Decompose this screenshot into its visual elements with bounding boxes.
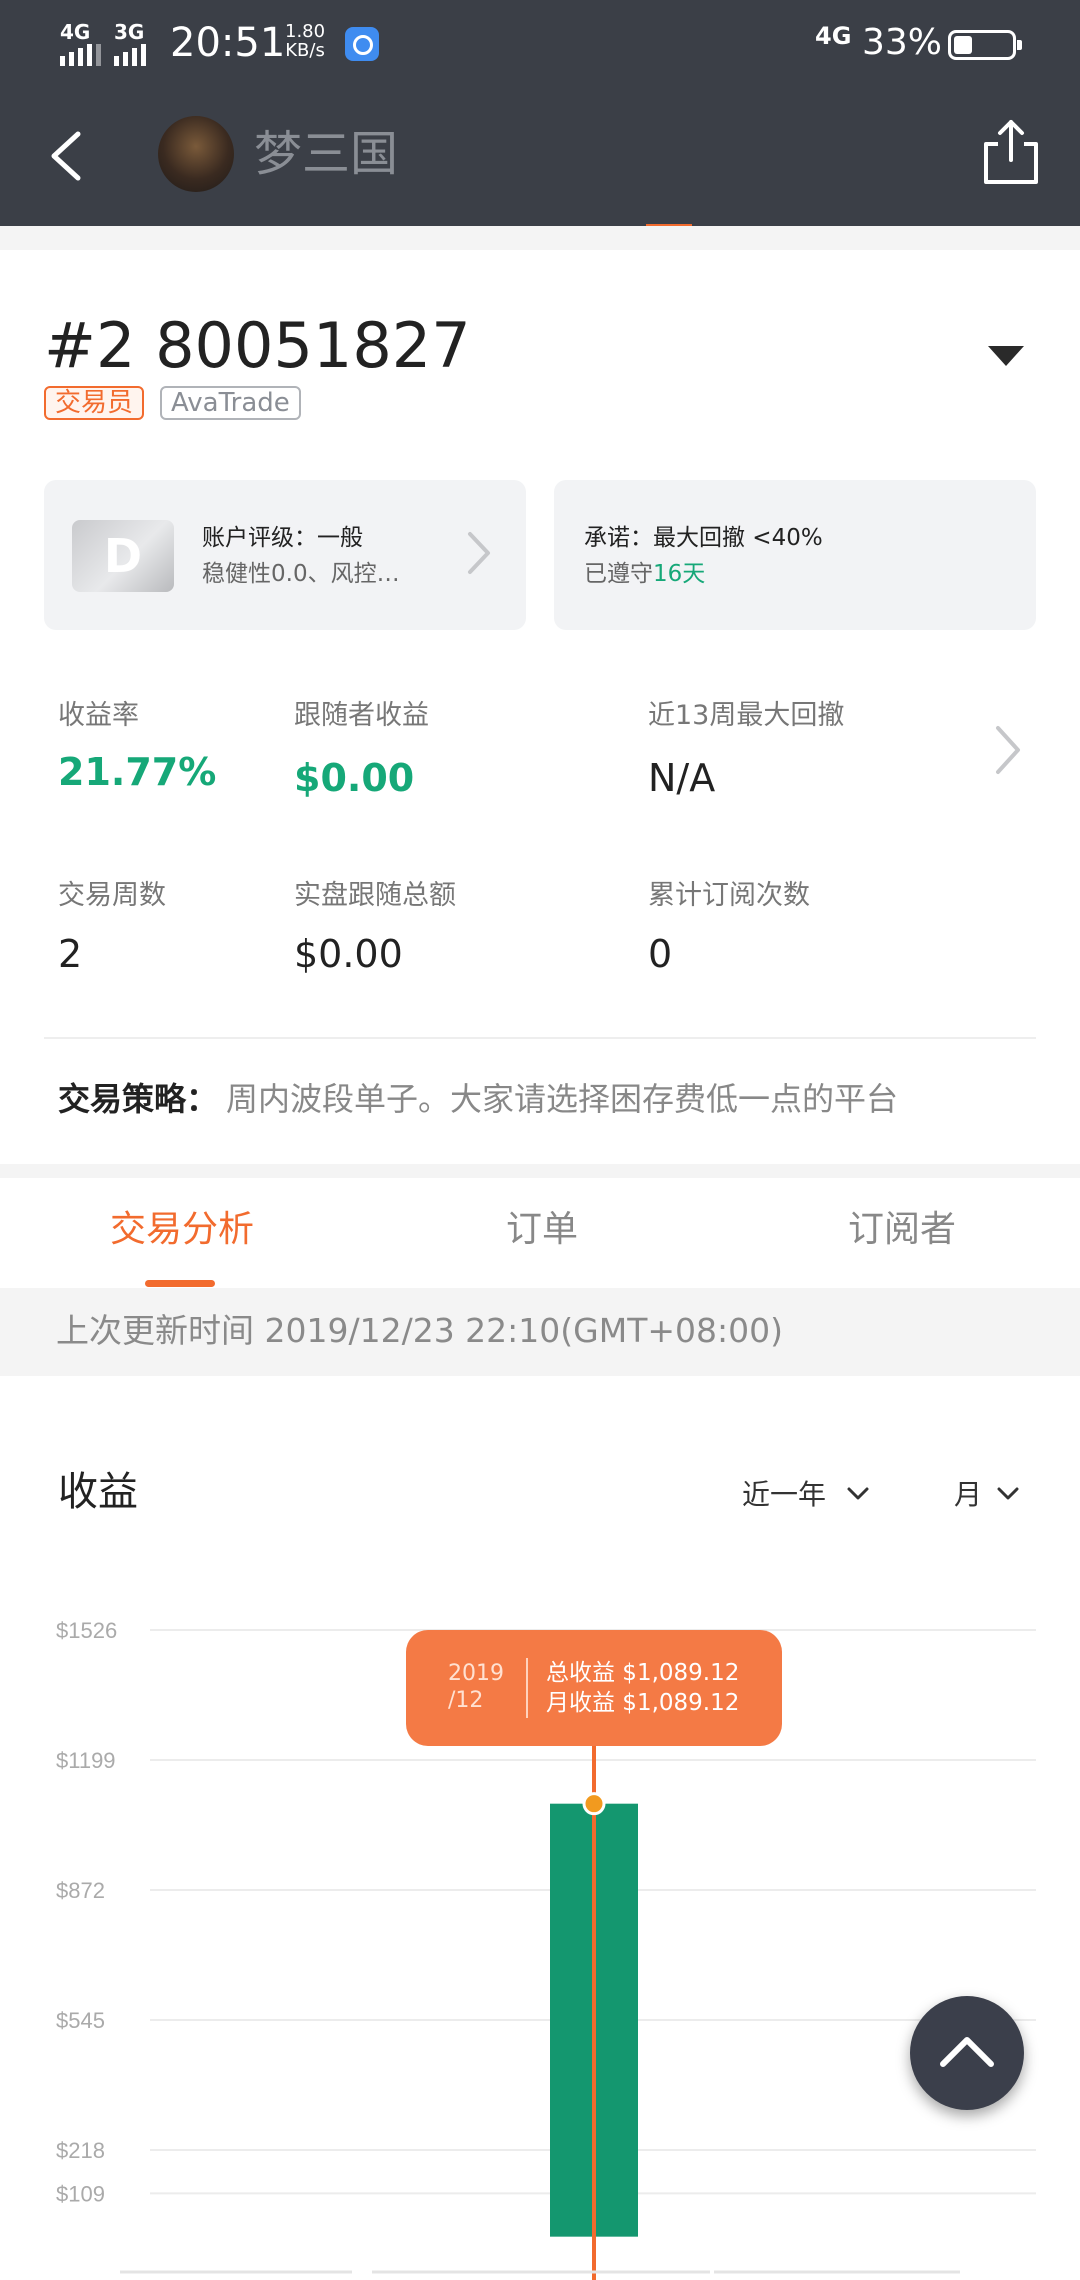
tab-subscribers[interactable]: 订阅者	[848, 1208, 956, 1252]
signal-label-1: 4G	[60, 20, 91, 44]
tab-trade-analysis[interactable]: 交易分析	[110, 1208, 254, 1252]
signal-label-2: 3G	[114, 20, 145, 44]
network-speed: 1.80 KB/s	[285, 22, 325, 60]
broker-tag: AvaTrade	[160, 386, 301, 420]
return-label: 收益率	[58, 700, 139, 731]
max-drawdown-label: 近13周最大回撤	[648, 700, 845, 731]
follower-profit-value: $0.00	[294, 756, 415, 800]
y-tick-label: $218	[56, 2138, 105, 2163]
divider	[44, 1037, 1036, 1039]
chevron-down-icon	[997, 1487, 1019, 1500]
y-tick-label: $1199	[56, 1748, 116, 1773]
subscriptions-value: 0	[648, 932, 673, 976]
subscriptions-label: 累计订阅次数	[648, 880, 810, 911]
nav-bar: 梦三国	[0, 110, 1080, 210]
selected-point-marker	[582, 1792, 606, 1816]
section-divider	[0, 1164, 1080, 1178]
strategy-label: 交易策略：	[58, 1080, 219, 1118]
follower-profit-label: 跟随者收益	[294, 700, 429, 731]
tooltip-date-year: 2019	[448, 1661, 504, 1686]
battery-icon	[948, 30, 1022, 60]
battery-percent: 33%	[862, 22, 943, 63]
update-bar: 上次更新时间 2019/12/23 22:10(GMT+08:00)	[0, 1288, 1080, 1376]
signal-bars-icon-2	[114, 44, 146, 66]
rating-detail: 稳健性0.0、风控…	[202, 561, 400, 587]
back-button[interactable]	[40, 126, 100, 186]
scroll-to-top-button[interactable]	[910, 1996, 1024, 2110]
role-tag: 交易员	[44, 386, 145, 420]
weeks-label: 交易周数	[58, 880, 166, 911]
network-type: 4G	[815, 22, 852, 50]
app-notification-icon	[345, 27, 379, 61]
range-select[interactable]: 近一年	[742, 1478, 872, 1512]
status-bar: 4G 3G 20:51 1.80 KB/s 4G 33%	[0, 18, 1080, 68]
chart-title: 收益	[58, 1469, 138, 1515]
top-header: 4G 3G 20:51 1.80 KB/s 4G 33% 梦三国	[0, 0, 1080, 226]
tooltip-total-profit: 总收益 $1,089.12	[546, 1660, 740, 1686]
range-select-value: 近一年	[742, 1478, 827, 1511]
signal-bars-icon-1	[60, 44, 101, 66]
update-time-text: 上次更新时间 2019/12/23 22:10(GMT+08:00)	[56, 1311, 783, 1350]
section-divider	[0, 226, 1080, 250]
period-select[interactable]: 月	[954, 1478, 1030, 1512]
weeks-value: 2	[58, 932, 83, 976]
tooltip-separator	[526, 1658, 528, 1718]
tooltip-date-month: /12	[448, 1688, 484, 1713]
rating-title: 账户评级：一般	[202, 525, 363, 551]
speed-unit: KB/s	[285, 40, 325, 61]
account-title: #2 80051827	[44, 309, 471, 382]
chevron-right-icon	[468, 532, 490, 574]
clock: 20:51	[170, 20, 286, 66]
chevron-up-icon	[940, 2037, 994, 2067]
promise-detail: 已遵守16天	[584, 560, 705, 588]
real-follow-value: $0.00	[294, 932, 403, 976]
real-follow-label: 实盘跟随总额	[294, 880, 456, 911]
strategy-text: 周内波段单子。大家请选择困存费低一点的平台	[226, 1080, 899, 1118]
rating-badge: D	[72, 520, 174, 592]
rating-card[interactable]: D 账户评级：一般 稳健性0.0、风控…	[44, 480, 526, 630]
battery-fill	[954, 36, 972, 54]
max-drawdown-value: N/A	[648, 756, 716, 800]
y-tick-label: $872	[56, 1878, 105, 1903]
promise-card[interactable]: 承诺：最大回撤 <40% 已遵守16天	[554, 480, 1036, 630]
period-select-value: 月	[954, 1478, 983, 1511]
speed-value: 1.80	[285, 21, 326, 42]
chart-tooltip: 2019 /12 总收益 $1,089.12 月收益 $1,089.12	[406, 1630, 782, 1746]
account-dropdown-icon[interactable]	[988, 346, 1024, 366]
chevron-down-icon	[847, 1487, 869, 1500]
y-tick-label: $109	[56, 2181, 105, 2206]
active-tab-indicator	[145, 1280, 215, 1287]
tab-orders[interactable]: 订单	[506, 1208, 578, 1252]
chevron-right-icon	[996, 726, 1020, 774]
promise-days: 16天	[653, 561, 706, 587]
y-tick-label: $545	[56, 2008, 105, 2033]
promise-title: 承诺：最大回撤 <40%	[584, 525, 823, 551]
avatar[interactable]	[158, 116, 234, 192]
return-value: 21.77%	[58, 750, 217, 794]
share-icon[interactable]	[980, 116, 1042, 188]
page-title: 梦三国	[254, 126, 399, 182]
tooltip-month-profit: 月收益 $1,089.12	[546, 1690, 740, 1716]
y-tick-label: $1526	[56, 1618, 117, 1643]
promise-prefix: 已遵守	[584, 561, 653, 587]
